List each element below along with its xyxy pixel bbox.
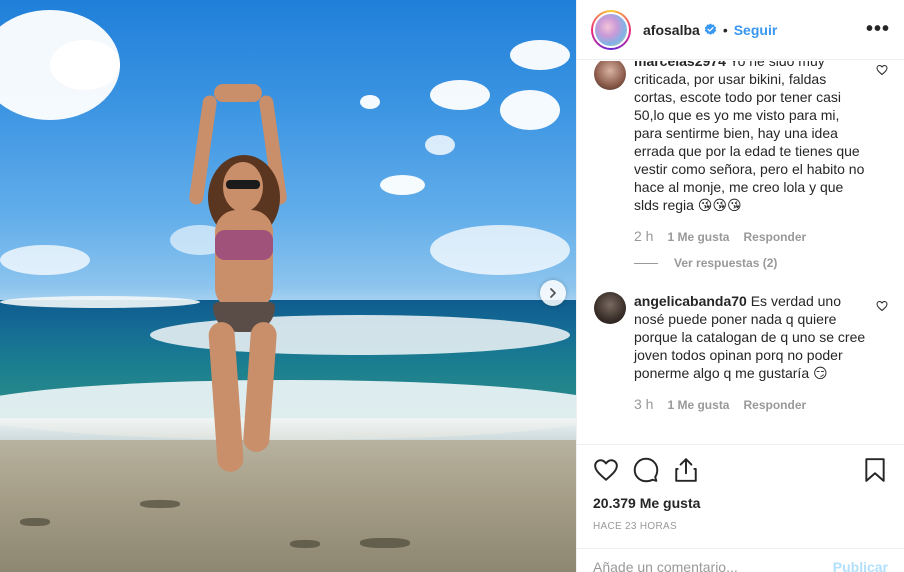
cloud <box>425 135 455 155</box>
comment-icon[interactable] <box>633 457 659 483</box>
replies-divider <box>634 262 658 264</box>
comment-time: 2 h <box>634 228 654 244</box>
comment-text: angelicabanda70 Es verdad uno nosé puede… <box>634 292 868 382</box>
publish-button[interactable]: Publicar <box>833 559 888 572</box>
hands <box>214 84 262 102</box>
comments-list[interactable]: marcelas2974 Yo he sido muy criticada, p… <box>577 61 904 444</box>
commenter-avatar[interactable] <box>594 292 626 324</box>
post-side-panel: afosalba • Seguir ••• marcelas2974 Yo he… <box>576 0 904 572</box>
comment-username[interactable]: marcelas2974 <box>634 61 726 69</box>
verified-badge-icon <box>704 23 716 35</box>
cloud <box>430 225 570 275</box>
cloud <box>500 90 560 130</box>
bikini-top <box>215 230 273 260</box>
more-options-button[interactable]: ••• <box>866 18 890 41</box>
comment-meta: 2 h 1 Me gusta Responder <box>634 228 868 244</box>
likes-count[interactable]: 20.379 Me gusta <box>593 495 888 511</box>
cloud <box>510 40 570 70</box>
cloud <box>380 175 425 195</box>
comment-text: marcelas2974 Yo he sido muy criticada, p… <box>634 61 868 214</box>
reply-button[interactable]: Responder <box>743 398 806 412</box>
sand <box>0 440 576 572</box>
seaweed <box>360 538 410 548</box>
comment-username[interactable]: angelicabanda70 <box>634 293 747 309</box>
heart-icon[interactable] <box>593 457 619 483</box>
cloud <box>50 40 120 90</box>
sunglasses <box>226 180 260 189</box>
author-avatar[interactable] <box>591 9 631 50</box>
comment-item: marcelas2974 Yo he sido muy criticada, p… <box>577 61 904 270</box>
comment-meta: 3 h 1 Me gusta Responder <box>634 396 868 412</box>
post-header: afosalba • Seguir ••• <box>577 0 904 60</box>
post-photo <box>0 0 576 572</box>
reply-button[interactable]: Responder <box>743 230 806 244</box>
comment-likes[interactable]: 1 Me gusta <box>667 230 729 244</box>
cloud <box>0 245 90 275</box>
cloud <box>430 80 490 110</box>
commenter-avatar[interactable] <box>594 61 626 90</box>
comment-body: Yo he sido muy criticada, por usar bikin… <box>634 61 865 213</box>
seaweed <box>290 540 320 548</box>
post-timestamp[interactable]: HACE 23 HORAS <box>593 521 888 532</box>
comment-item: angelicabanda70 Es verdad uno nosé puede… <box>577 292 904 412</box>
view-replies-button[interactable]: Ver respuestas (2) <box>634 256 868 270</box>
share-icon[interactable] <box>673 457 699 483</box>
comment-input[interactable] <box>593 559 833 572</box>
follow-button[interactable]: Seguir <box>734 22 778 38</box>
comment-likes[interactable]: 1 Me gusta <box>667 398 729 412</box>
bookmark-icon[interactable] <box>862 457 888 483</box>
author-avatar-image <box>593 11 629 48</box>
separator-dot: • <box>722 21 728 38</box>
like-comment-icon[interactable] <box>876 64 888 76</box>
next-photo-button[interactable] <box>540 280 566 306</box>
chevron-right-icon <box>550 288 556 298</box>
comment-time: 3 h <box>634 396 654 412</box>
seaweed <box>20 518 50 526</box>
like-comment-icon[interactable] <box>876 300 888 312</box>
post-actions: 20.379 Me gusta HACE 23 HORAS <box>577 444 904 532</box>
seaweed <box>140 500 180 508</box>
wave-foam <box>0 296 200 308</box>
author-username[interactable]: afosalba <box>643 22 700 38</box>
torso <box>215 210 273 310</box>
cloud <box>360 95 380 109</box>
add-comment-bar: Publicar <box>577 548 904 572</box>
view-replies-label: Ver respuestas (2) <box>674 256 778 270</box>
action-icons-row <box>593 455 888 485</box>
